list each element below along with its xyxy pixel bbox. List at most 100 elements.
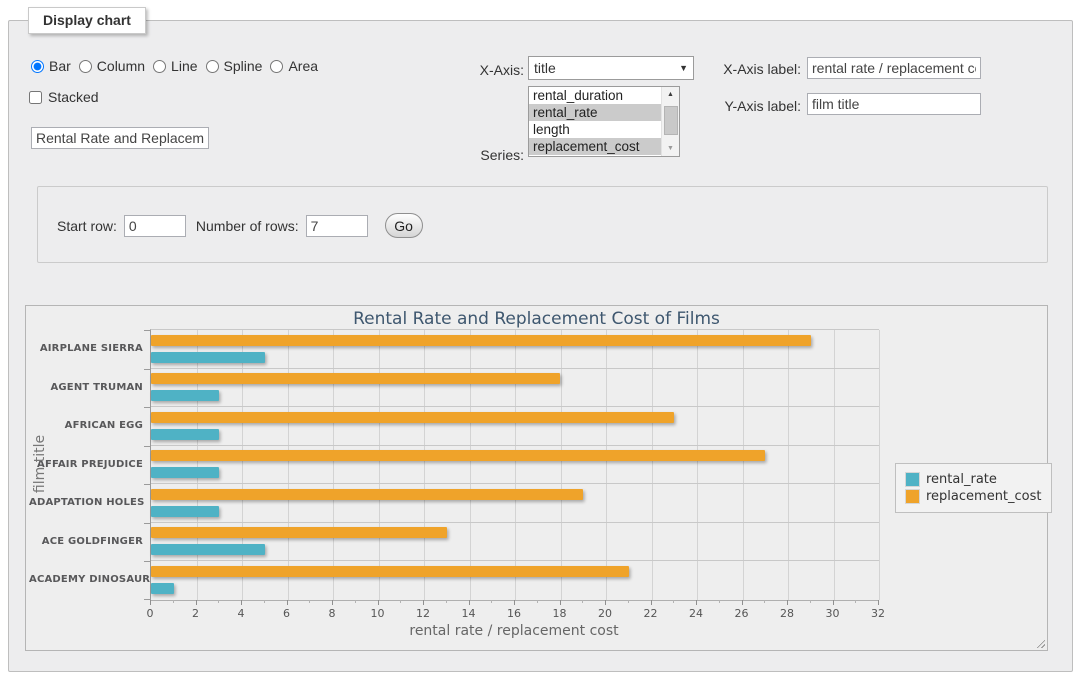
x-tick-label: 6 <box>267 607 307 620</box>
panel-legend: Display chart <box>28 7 146 34</box>
chart-type-option-spline[interactable]: Spline <box>206 58 263 74</box>
x-tick-label: 10 <box>358 607 398 620</box>
chart-type-option-bar[interactable]: Bar <box>31 58 71 74</box>
x-axis-select[interactable]: title ▼ <box>528 56 694 80</box>
category-band <box>151 561 879 600</box>
x-tick <box>400 600 401 603</box>
x-tick-label: 18 <box>540 607 580 620</box>
stacked-label: Stacked <box>48 89 99 105</box>
bar-replacement_cost[interactable] <box>151 566 629 577</box>
y-axis-label-input[interactable] <box>807 93 981 115</box>
y-axis-label-caption: Y-Axis label: <box>701 98 801 114</box>
x-tick <box>560 600 561 605</box>
series-option-rental_duration[interactable]: rental_duration <box>529 87 662 104</box>
bar-rental_rate[interactable] <box>151 583 174 594</box>
series-scrollbar[interactable]: ▲ ▼ <box>661 87 679 156</box>
x-tick <box>196 600 197 605</box>
category-label: ACADEMY DINOSAUR <box>29 561 143 600</box>
x-axis-label-input[interactable] <box>807 57 981 79</box>
bar-replacement_cost[interactable] <box>151 450 765 461</box>
x-tick <box>218 600 219 603</box>
chart-title: Rental Rate and Replacement Cost of Film… <box>26 309 1047 329</box>
radio-spline[interactable] <box>206 60 219 73</box>
radio-line[interactable] <box>153 60 166 73</box>
bar-rental_rate[interactable] <box>151 467 219 478</box>
bar-replacement_cost[interactable] <box>151 335 811 346</box>
legend-item-replacement_cost[interactable]: replacement_cost <box>905 489 1042 504</box>
x-tick <box>651 600 652 605</box>
radio-label: Bar <box>49 58 71 74</box>
x-tick <box>855 600 856 603</box>
stacked-checkbox[interactable] <box>29 91 42 104</box>
scroll-up-icon[interactable]: ▲ <box>662 87 679 102</box>
radio-area[interactable] <box>270 60 283 73</box>
bar-replacement_cost[interactable] <box>151 527 447 538</box>
x-tick <box>264 600 265 603</box>
panel-legend-text: Display chart <box>43 12 131 28</box>
series-listbox[interactable]: rental_durationrental_ratelengthreplacem… <box>528 86 680 157</box>
display-chart-panel: BarColumnLineSplineArea Stacked X-Axis: … <box>8 20 1073 672</box>
x-tick <box>833 600 834 605</box>
start-row-input[interactable] <box>124 215 186 237</box>
bar-rental_rate[interactable] <box>151 352 265 363</box>
x-tick <box>491 600 492 603</box>
stacked-checkbox-row[interactable]: Stacked <box>29 89 99 105</box>
x-tick <box>605 600 606 605</box>
num-rows-input[interactable] <box>306 215 368 237</box>
x-tick <box>764 600 765 603</box>
bar-replacement_cost[interactable] <box>151 373 560 384</box>
radio-label: Column <box>97 58 145 74</box>
bar-rental_rate[interactable] <box>151 429 219 440</box>
radio-label: Line <box>171 58 197 74</box>
category-label: AGENT TRUMAN <box>29 369 143 408</box>
x-tick-label: 22 <box>631 607 671 620</box>
y-tick <box>144 407 151 408</box>
category-band <box>151 330 879 369</box>
chart-type-option-column[interactable]: Column <box>79 58 145 74</box>
chart-area: Rental Rate and Replacement Cost of Film… <box>25 305 1048 651</box>
legend-item-rental_rate[interactable]: rental_rate <box>905 472 1042 487</box>
x-tick-label: 28 <box>767 607 807 620</box>
y-tick <box>144 369 151 370</box>
radio-bar[interactable] <box>31 60 44 73</box>
y-tick <box>144 330 151 331</box>
start-row-label: Start row: <box>57 218 117 234</box>
scrollbar-thumb[interactable] <box>664 106 678 135</box>
bar-rental_rate[interactable] <box>151 544 265 555</box>
y-axis-title: film title <box>32 435 48 493</box>
x-tick-label: 30 <box>813 607 853 620</box>
radio-column[interactable] <box>79 60 92 73</box>
category-label: ACE GOLDFINGER <box>29 523 143 562</box>
series-option-rental_rate[interactable]: rental_rate <box>529 104 662 121</box>
x-tick <box>378 600 379 605</box>
resize-handle-icon[interactable] <box>1035 638 1045 648</box>
row-range-controls: Start row: Number of rows: Go <box>57 213 423 238</box>
x-tick <box>469 600 470 605</box>
x-tick <box>514 600 515 605</box>
bar-replacement_cost[interactable] <box>151 412 674 423</box>
x-tick-label: 16 <box>494 607 534 620</box>
bar-replacement_cost[interactable] <box>151 489 583 500</box>
y-tick <box>144 561 151 562</box>
series-option-replacement_cost[interactable]: replacement_cost <box>529 138 662 155</box>
go-button[interactable]: Go <box>385 213 423 238</box>
bar-rental_rate[interactable] <box>151 390 219 401</box>
row-range-panel: Start row: Number of rows: Go <box>37 186 1048 263</box>
category-band <box>151 407 879 446</box>
x-tick-label: 8 <box>312 607 352 620</box>
x-axis-label-caption: X-Axis label: <box>701 61 801 77</box>
page: Display chart Bar Column Line Spline Area St… <box>0 0 1081 681</box>
bar-rental_rate[interactable] <box>151 506 219 517</box>
chart-type-radios: Bar Column Line Spline Area <box>31 58 326 74</box>
series-option-length[interactable]: length <box>529 121 662 138</box>
x-tick <box>423 600 424 605</box>
category-band <box>151 369 879 408</box>
x-tick <box>582 600 583 603</box>
x-tick-label: 32 <box>858 607 898 620</box>
chart-legend[interactable]: rental_rate replacement_cost <box>895 463 1052 513</box>
scroll-down-icon[interactable]: ▼ <box>662 141 679 156</box>
chart-type-option-area[interactable]: Area <box>270 58 318 74</box>
x-tick <box>241 600 242 605</box>
chart-title-input[interactable] <box>31 127 209 149</box>
chart-type-option-line[interactable]: Line <box>153 58 197 74</box>
